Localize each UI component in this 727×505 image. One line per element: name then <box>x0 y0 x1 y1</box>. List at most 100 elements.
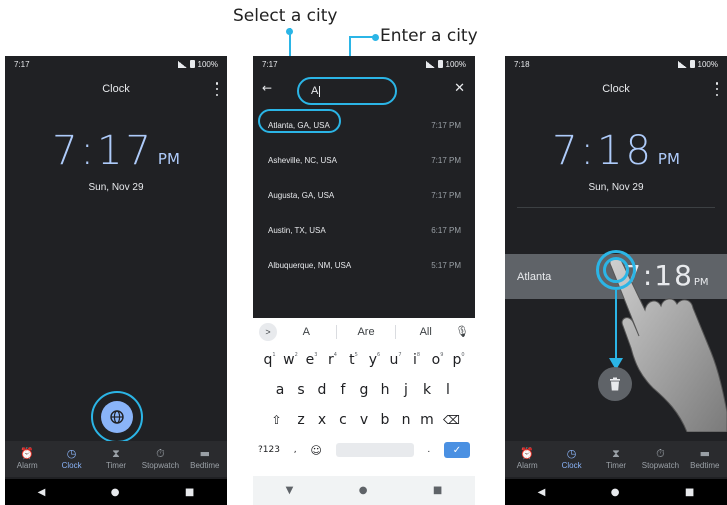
key[interactable]: e3 <box>301 352 322 368</box>
battery-level: 100% <box>697 59 718 69</box>
tab-timer[interactable]: ⧗ Timer <box>94 441 138 477</box>
key[interactable]: s <box>291 382 312 398</box>
wifi-signal-icon <box>677 60 687 68</box>
recents-nav-icon[interactable]: ■ <box>685 487 694 498</box>
battery-level: 100% <box>197 59 218 69</box>
recents-nav-icon[interactable]: ■ <box>185 487 194 498</box>
tab-clock[interactable]: ◷ Clock <box>549 441 593 477</box>
key[interactable]: a <box>270 382 291 398</box>
clock-date: Sun, Nov 29 <box>588 182 644 193</box>
tab-stopwatch[interactable]: ⏱ Stopwatch <box>638 441 682 477</box>
wifi-signal-icon <box>177 60 187 68</box>
close-icon[interactable]: ✕ <box>454 81 465 96</box>
highlight-ring <box>258 109 341 133</box>
recents-nav-icon[interactable]: ■ <box>433 485 442 496</box>
clock-time: 7:17 <box>52 128 154 174</box>
suggestion[interactable]: Are <box>337 326 396 338</box>
suggestion[interactable]: A <box>277 326 336 338</box>
symbols-key[interactable]: ?123 <box>258 445 280 455</box>
back-nav-icon[interactable]: ◀ <box>538 487 546 498</box>
emoji-key-icon[interactable]: ☺ <box>310 444 321 457</box>
comma-key[interactable]: , <box>294 445 297 455</box>
key[interactable]: y6 <box>364 352 385 368</box>
tab-stopwatch[interactable]: ⏱ Stopwatch <box>138 441 182 477</box>
key[interactable]: d <box>312 382 333 398</box>
backspace-key-icon[interactable]: ⌫ <box>438 413 466 427</box>
key[interactable]: c <box>333 412 354 428</box>
status-bar: 7:18 100% <box>505 56 727 72</box>
home-nav-icon[interactable]: ● <box>111 487 120 498</box>
key[interactable]: b <box>375 412 396 428</box>
list-item[interactable]: Augusta, GA, USA 7:17 PM <box>253 178 475 213</box>
home-nav-icon[interactable]: ● <box>359 485 368 496</box>
status-time: 7:17 <box>262 59 278 69</box>
delete-zone-button[interactable] <box>598 367 632 401</box>
key[interactable]: j <box>396 382 417 398</box>
clock-icon: ◷ <box>566 447 577 460</box>
tab-timer[interactable]: ⧗ Timer <box>594 441 638 477</box>
key[interactable]: i8 <box>406 352 427 368</box>
list-item[interactable]: Albuquerque, NM, USA 5:17 PM <box>253 248 475 283</box>
key[interactable]: m <box>417 412 438 428</box>
key[interactable]: x <box>312 412 333 428</box>
key[interactable]: v <box>354 412 375 428</box>
key[interactable]: w2 <box>280 352 301 368</box>
more-options-icon[interactable] <box>715 82 719 96</box>
add-city-button[interactable] <box>101 401 133 433</box>
key[interactable]: f <box>333 382 354 398</box>
battery-icon <box>689 60 695 68</box>
shift-key-icon[interactable]: ⇧ <box>263 413 291 427</box>
battery-icon <box>437 60 443 68</box>
alarm-icon: ⏰ <box>520 447 535 460</box>
back-nav-icon[interactable]: ▼ <box>286 485 294 496</box>
key[interactable]: n <box>396 412 417 428</box>
tab-alarm[interactable]: ⏰ Alarm <box>5 441 49 477</box>
chevron-right-icon[interactable]: > <box>259 322 277 341</box>
home-nav-icon[interactable]: ● <box>611 487 620 498</box>
tab-clock[interactable]: ◷ Clock <box>49 441 93 477</box>
clock-ampm: PM <box>157 150 180 168</box>
space-key[interactable] <box>335 443 414 457</box>
hourglass-icon: ⧗ <box>612 447 620 460</box>
key[interactable]: q1 <box>259 352 280 368</box>
list-item[interactable]: Asheville, NC, USA 7:17 PM <box>253 143 475 178</box>
key[interactable]: u7 <box>385 352 406 368</box>
suggestion[interactable]: All <box>396 326 455 338</box>
enter-key[interactable]: ✓ <box>443 442 470 458</box>
battery-icon <box>189 60 195 68</box>
city-name: Atlanta <box>517 270 552 283</box>
list-item[interactable]: Austin, TX, USA 6:17 PM <box>253 213 475 248</box>
status-time: 7:18 <box>514 59 530 69</box>
clock-ampm: PM <box>657 150 680 168</box>
key[interactable]: g <box>354 382 375 398</box>
page-title: Clock <box>602 83 630 95</box>
city-search-input[interactable]: A <box>297 77 397 105</box>
clock-time: 7:18 <box>552 128 654 174</box>
city-results-list: Atlanta, GA, USA 7:17 PM Asheville, NC, U… <box>253 108 475 283</box>
key[interactable]: h <box>375 382 396 398</box>
tab-bedtime[interactable]: ▬ Bedtime <box>183 441 227 477</box>
wifi-signal-icon <box>425 60 435 68</box>
hourglass-icon: ⧗ <box>112 447 120 460</box>
back-arrow-icon[interactable]: ← <box>262 81 272 95</box>
key[interactable]: z <box>291 412 312 428</box>
microphone-icon[interactable]: 🎙 <box>455 325 469 338</box>
key[interactable]: l <box>438 382 459 398</box>
tab-bedtime[interactable]: ▬ Bedtime <box>683 441 727 477</box>
key[interactable]: r4 <box>322 352 343 368</box>
back-nav-icon[interactable]: ◀ <box>38 487 46 498</box>
bed-icon: ▬ <box>699 447 711 460</box>
key[interactable]: p0 <box>448 352 469 368</box>
bottom-tab-bar: ⏰ Alarm ◷ Clock ⧗ Timer ⏱ Stopwatch ▬ Bedtime <box>5 441 227 477</box>
stopwatch-icon: ⏱ <box>156 447 165 460</box>
key[interactable]: t5 <box>343 352 364 368</box>
key[interactable]: o9 <box>427 352 448 368</box>
key[interactable]: k <box>417 382 438 398</box>
key-row: ?123 , ☺ . ✓ <box>253 435 475 465</box>
system-nav-bar: ▼ ● ■ <box>253 476 475 505</box>
text-cursor <box>319 85 321 97</box>
period-key[interactable]: . <box>427 445 430 455</box>
select-city-callout: Select a city <box>233 6 338 26</box>
tab-alarm[interactable]: ⏰ Alarm <box>505 441 549 477</box>
more-options-icon[interactable] <box>215 82 219 96</box>
